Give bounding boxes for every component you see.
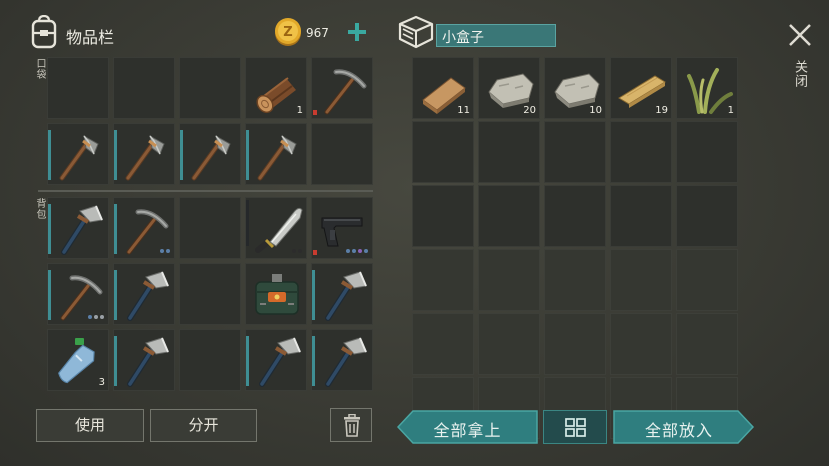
put-all-label: 全部放入	[644, 421, 713, 440]
container-slot[interactable]: 10	[544, 57, 606, 119]
container-slot[interactable]: 20	[478, 57, 540, 119]
container-slot-empty[interactable]	[676, 313, 738, 375]
pocket-label: 口袋	[34, 58, 45, 80]
detonator-bag-icon	[255, 274, 299, 315]
backpack-slot[interactable]	[245, 329, 307, 391]
pocket-slot-empty[interactable]	[311, 123, 373, 185]
container-slot-empty[interactable]	[610, 313, 672, 375]
pocket-slot[interactable]	[113, 123, 175, 185]
backpack-slot[interactable]	[245, 263, 307, 325]
pocket-slot-empty[interactable]	[47, 57, 109, 119]
container-slot-empty[interactable]	[676, 249, 738, 311]
grid-sort-icon	[565, 418, 587, 442]
item-count: 11	[457, 105, 470, 116]
box-icon	[398, 15, 434, 53]
hatchet-icon	[325, 271, 367, 321]
container-slot-empty[interactable]	[478, 121, 540, 183]
container-slot-empty[interactable]	[478, 249, 540, 311]
container-slot-empty[interactable]	[544, 313, 606, 375]
container-slot[interactable]: 19	[610, 57, 672, 119]
coin-count: 967	[306, 26, 329, 40]
svg-text:Z: Z	[283, 25, 292, 40]
take-all-button[interactable]: 全部拿上	[397, 410, 538, 444]
hatchet-icon	[127, 271, 169, 321]
hatchet-icon	[259, 337, 301, 387]
item-count: 19	[655, 105, 668, 116]
hatchet-icon	[325, 337, 367, 387]
container-slot-empty[interactable]	[610, 121, 672, 183]
container-slot-empty[interactable]	[610, 249, 672, 311]
item-count: 10	[589, 105, 602, 116]
hatchet-icon	[61, 205, 103, 255]
backpack-slot-empty[interactable]	[179, 329, 241, 391]
pocket-slot[interactable]	[311, 57, 373, 119]
container-slot-empty[interactable]	[478, 185, 540, 247]
backpack-icon	[30, 14, 58, 53]
container-name: 小盒子	[442, 30, 484, 46]
container-name-field[interactable]: 小盒子	[436, 24, 556, 47]
container-slot[interactable]: 11	[412, 57, 474, 119]
backpack-slot[interactable]	[245, 197, 307, 259]
stone-hatchet-icon	[125, 135, 165, 181]
close-icon	[789, 24, 811, 46]
backpack-slot-empty[interactable]	[179, 263, 241, 325]
backpack-slot[interactable]	[311, 263, 373, 325]
backpack-slot[interactable]: 3	[47, 329, 109, 391]
backpack-slot-empty[interactable]	[179, 197, 241, 259]
pocket-slot[interactable]	[245, 123, 307, 185]
backpack-label: 背包	[34, 198, 45, 220]
container-slot-empty[interactable]	[412, 121, 474, 183]
container-slot-empty[interactable]	[412, 249, 474, 311]
container-slot-empty[interactable]	[544, 249, 606, 311]
sort-button[interactable]	[543, 410, 607, 444]
container-slot-empty[interactable]	[478, 313, 540, 375]
close-button[interactable]	[787, 22, 813, 48]
pocket-slot[interactable]	[47, 123, 109, 185]
container-slot-empty[interactable]	[676, 121, 738, 183]
inventory-title: 物品栏	[66, 28, 115, 47]
item-count: 3	[98, 377, 105, 388]
mod-dots	[160, 249, 170, 253]
add-coins-button[interactable]	[346, 21, 368, 43]
put-all-button[interactable]: 全部放入	[613, 410, 755, 444]
inventory-header: 物品栏 Z 967	[30, 14, 375, 55]
backpack-slot[interactable]	[311, 329, 373, 391]
backpack-slot[interactable]	[113, 197, 175, 259]
backpack-slot[interactable]	[47, 197, 109, 259]
container-slot-empty[interactable]	[544, 121, 606, 183]
backpack-slot[interactable]	[47, 263, 109, 325]
backpack-slot[interactable]	[311, 197, 373, 259]
stone-hatchet-icon	[59, 135, 99, 181]
container-slot-empty[interactable]	[412, 185, 474, 247]
trash-button[interactable]	[330, 408, 372, 442]
item-count: 1	[296, 105, 303, 116]
container-slot-empty[interactable]	[676, 185, 738, 247]
item-count: 20	[523, 105, 536, 116]
mod-dots	[346, 249, 368, 253]
pickaxe-icon	[324, 69, 367, 115]
mod-dots	[88, 315, 104, 319]
trash-icon	[341, 413, 363, 449]
container-slot-empty[interactable]	[544, 185, 606, 247]
stone-hatchet-icon	[257, 135, 297, 181]
item-count: 1	[727, 105, 734, 116]
use-button[interactable]: 使用	[36, 409, 144, 442]
pocket-slot-empty[interactable]	[113, 57, 175, 119]
pocket-slot[interactable]	[179, 123, 241, 185]
stone-hatchet-icon	[191, 135, 231, 181]
container-slot-empty[interactable]	[412, 313, 474, 375]
hatchet-icon	[127, 337, 169, 387]
mod-dots	[292, 249, 302, 253]
close-label[interactable]: 关闭	[790, 60, 809, 88]
container-slot-empty[interactable]	[610, 185, 672, 247]
coin-icon: Z	[274, 17, 302, 51]
backpack-slot[interactable]	[113, 329, 175, 391]
container-slot[interactable]: 1	[676, 57, 738, 119]
pocket-slot[interactable]: 1	[245, 57, 307, 119]
take-all-label: 全部拿上	[433, 421, 502, 440]
pocket-slot-empty[interactable]	[179, 57, 241, 119]
section-divider	[38, 190, 373, 192]
split-button[interactable]: 分开	[150, 409, 257, 442]
backpack-slot[interactable]	[113, 263, 175, 325]
